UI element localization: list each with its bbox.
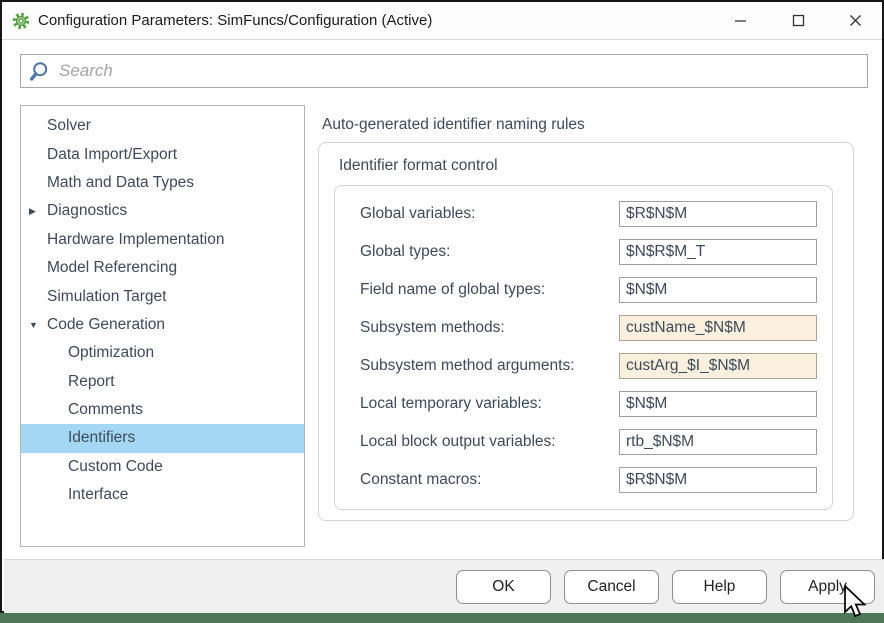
field-label: Local temporary variables: [360, 395, 619, 413]
sidebar-item-math-and-data-types[interactable]: Math and Data Types [21, 169, 304, 197]
field-label: Constant macros: [360, 471, 619, 489]
sidebar-item-hardware-implementation[interactable]: Hardware Implementation [21, 226, 304, 254]
sidebar-item-label: Interface [68, 486, 128, 504]
sidebar-item-solver[interactable]: Solver [21, 112, 304, 140]
sidebar-item-optimization[interactable]: Optimization [21, 339, 304, 367]
subsystem-method-arguments-input[interactable] [619, 353, 817, 379]
field-label: Local block output variables: [360, 433, 619, 451]
minimize-button[interactable] [723, 6, 757, 34]
button-bar: OK Cancel Help Apply [4, 559, 884, 613]
sidebar-item-label: Solver [47, 117, 91, 135]
search-bar [20, 54, 868, 88]
field-row: Local block output variables: [360, 429, 817, 455]
desktop-background: Configuration Parameters: SimFuncs/Confi… [0, 0, 884, 623]
search-input[interactable] [57, 54, 867, 88]
sidebar-item-data-import-export[interactable]: Data Import/Export [21, 140, 304, 168]
field-label: Global variables: [360, 205, 619, 223]
sidebar-item-label: Hardware Implementation [47, 231, 224, 249]
sidebar-item-label: Data Import/Export [47, 146, 177, 164]
sidebar-item-label: Model Referencing [47, 259, 177, 277]
chevron-right-icon[interactable]: ▶ [27, 206, 47, 217]
field-row: Field name of global types: [360, 277, 817, 303]
maximize-icon [792, 14, 805, 27]
sidebar-item-label: Math and Data Types [47, 174, 194, 192]
field-name-of-global-types-input[interactable] [619, 277, 817, 303]
field-row: Global types: [360, 239, 817, 265]
configuration-parameters-dialog: Configuration Parameters: SimFuncs/Confi… [0, 0, 884, 613]
field-label: Field name of global types: [360, 281, 619, 299]
sidebar-item-simulation-target[interactable]: Simulation Target [21, 282, 304, 310]
local-block-output-variables-input[interactable] [619, 429, 817, 455]
sidebar-item-report[interactable]: Report [21, 368, 304, 396]
global-types-input[interactable] [619, 239, 817, 265]
cancel-button[interactable]: Cancel [564, 570, 659, 604]
gear-icon [12, 12, 30, 30]
maximize-button[interactable] [781, 6, 815, 34]
sidebar-item-label: Code Generation [47, 316, 165, 334]
chevron-down-icon[interactable]: ▼ [27, 320, 47, 330]
ok-button[interactable]: OK [456, 570, 551, 604]
global-variables-input[interactable] [619, 201, 817, 227]
local-temporary-variables-input[interactable] [619, 391, 817, 417]
search-icon [29, 61, 50, 82]
sidebar-item-comments[interactable]: Comments [21, 396, 304, 424]
field-row: Global variables: [360, 201, 817, 227]
field-row: Constant macros: [360, 467, 817, 493]
sidebar-item-label: Custom Code [68, 458, 163, 476]
sidebar-item-custom-code[interactable]: Custom Code [21, 453, 304, 481]
titlebar: Configuration Parameters: SimFuncs/Confi… [2, 2, 882, 40]
identifier-format-control-group: Global variables: Global types: Field na… [334, 185, 833, 510]
sidebar-item-interface[interactable]: Interface [21, 481, 304, 509]
close-button[interactable] [838, 6, 872, 34]
field-label: Global types: [360, 243, 619, 261]
sidebar-item-diagnostics[interactable]: ▶Diagnostics [21, 197, 304, 225]
sidebar-item-label: Diagnostics [47, 202, 127, 220]
window-title: Configuration Parameters: SimFuncs/Confi… [38, 12, 432, 29]
field-row: Local temporary variables: [360, 391, 817, 417]
group-label: Identifier format control [339, 157, 498, 175]
page-title: Auto-generated identifier naming rules [322, 116, 585, 134]
field-label: Subsystem methods: [360, 319, 619, 337]
sidebar-item-label: Identifiers [68, 429, 135, 447]
subsystem-methods-input[interactable] [619, 315, 817, 341]
sidebar-item-label: Comments [68, 401, 143, 419]
close-icon [849, 14, 862, 27]
apply-button[interactable]: Apply [780, 570, 875, 604]
sidebar-item-label: Simulation Target [47, 288, 166, 306]
help-button[interactable]: Help [672, 570, 767, 604]
sidebar: Solver Data Import/Export Math and Data … [20, 105, 305, 547]
constant-macros-input[interactable] [619, 467, 817, 493]
sidebar-item-label: Optimization [68, 344, 154, 362]
sidebar-item-code-generation[interactable]: ▼Code Generation [21, 311, 304, 339]
field-label: Subsystem method arguments: [360, 357, 619, 375]
sidebar-item-label: Report [68, 373, 115, 391]
field-row: Subsystem method arguments: [360, 353, 817, 379]
field-row: Subsystem methods: [360, 315, 817, 341]
sidebar-item-identifiers[interactable]: Identifiers [21, 424, 304, 452]
minimize-icon [734, 14, 747, 27]
sidebar-item-model-referencing[interactable]: Model Referencing [21, 254, 304, 282]
